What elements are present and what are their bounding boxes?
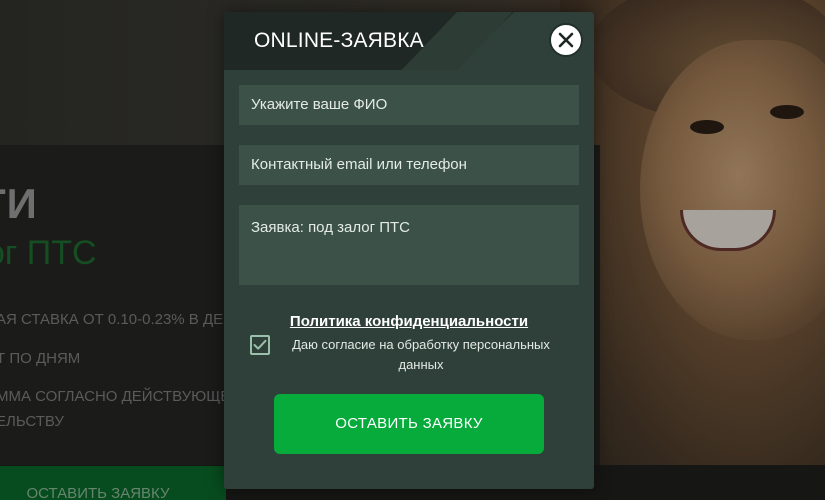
- close-button[interactable]: [549, 23, 583, 57]
- consent-label: Даю согласие на обработку персональных д…: [292, 337, 550, 372]
- close-icon: [558, 32, 574, 48]
- consent-checkbox[interactable]: [250, 335, 270, 355]
- message-textarea[interactable]: Заявка: под залог ПТС: [239, 205, 579, 285]
- modal-header: ONLINE-ЗАЯВКА: [224, 12, 594, 70]
- application-modal: ONLINE-ЗАЯВКА Укажите ваше ФИО Контактны…: [224, 12, 594, 489]
- contact-input[interactable]: Контактный email или телефон: [239, 145, 579, 185]
- privacy-policy-link[interactable]: Политика конфиденциальности: [224, 313, 594, 330]
- submit-application-button[interactable]: ОСТАВИТЬ ЗАЯВКУ: [274, 394, 544, 454]
- checkmark-icon: [253, 339, 267, 350]
- modal-title: ONLINE-ЗАЯВКА: [254, 29, 424, 52]
- name-input[interactable]: Укажите ваше ФИО: [239, 85, 579, 125]
